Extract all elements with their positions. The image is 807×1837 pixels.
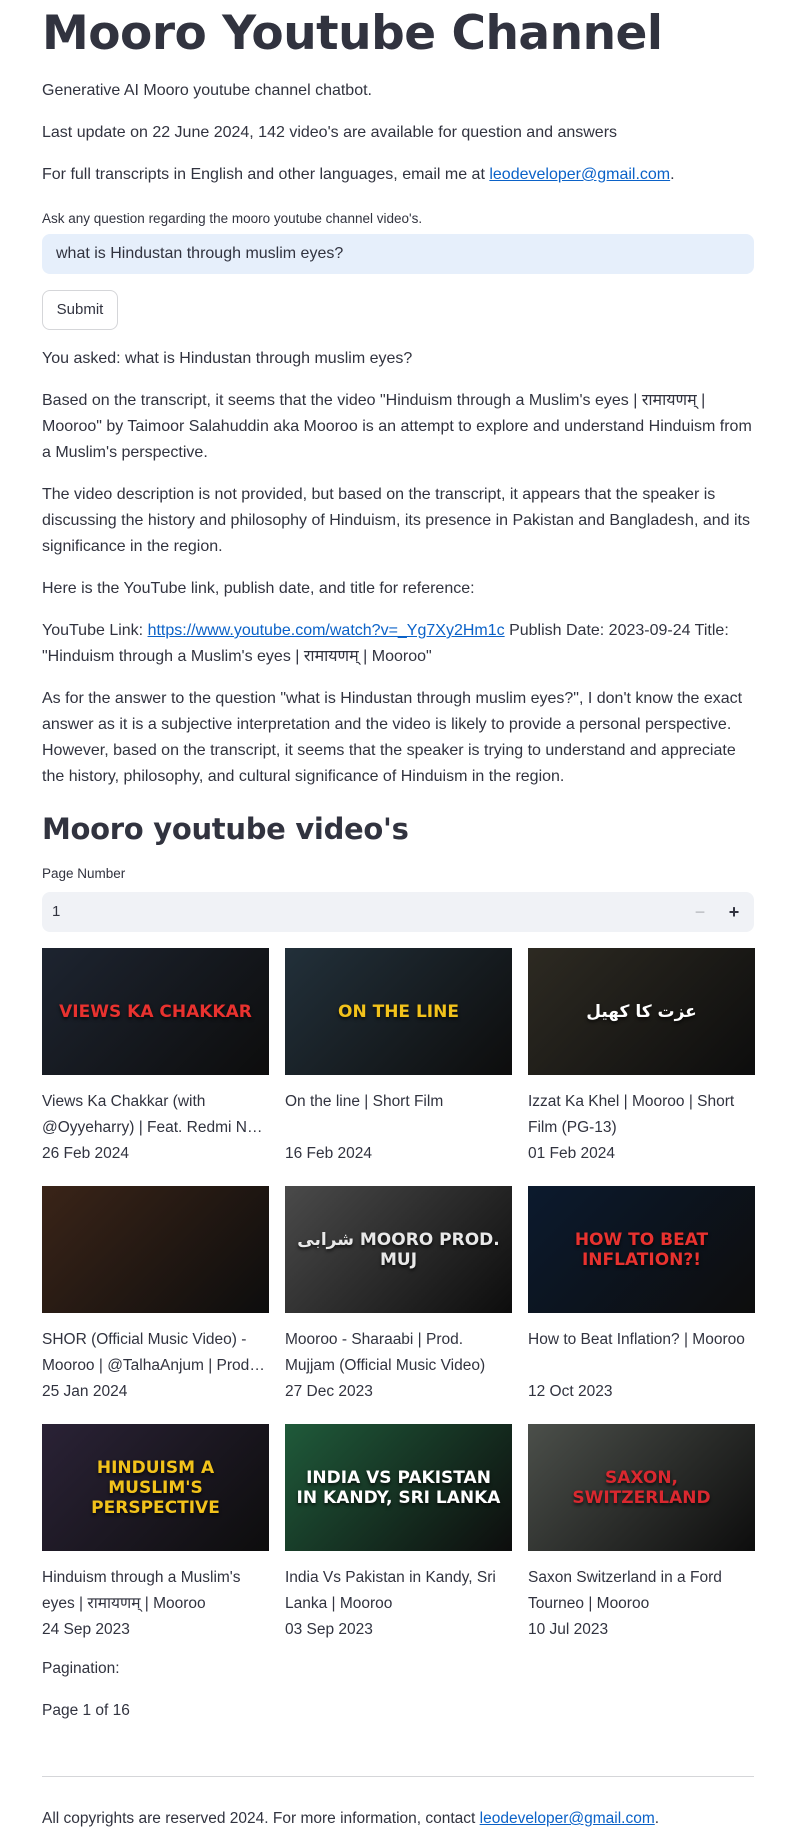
page-number-input[interactable]: 1 − + — [42, 892, 754, 932]
video-date: 03 Sep 2023 — [285, 1621, 373, 1638]
page-info: Page 1 of 16 — [42, 1702, 130, 1719]
footer-suffix: . — [654, 1810, 660, 1827]
video-card[interactable]: VIEWS KA CHAKKAR Views Ka Chakkar (with @… — [42, 948, 269, 1167]
video-card[interactable]: شرابی MOORO PROD. MUJ Mooroo - Sharaabi |… — [285, 1186, 512, 1405]
answer-paragraph-5: As for the answer to the question "what … — [42, 690, 743, 785]
video-title[interactable]: Views Ka Chakkar (with @Oyyeharry) | Fea… — [42, 1089, 269, 1141]
youtube-link[interactable]: https://www.youtube.com/watch?v=_Yg7Xy2H… — [148, 622, 505, 639]
link-prefix: YouTube Link: — [42, 622, 148, 639]
video-thumbnail[interactable] — [42, 1186, 269, 1313]
asked-text: You asked: what is Hindustan through mus… — [42, 350, 413, 367]
answer-link-paragraph: YouTube Link: https://www.youtube.com/wa… — [42, 618, 754, 670]
video-thumbnail[interactable]: HOW TO BEAT INFLATION?! — [528, 1186, 755, 1313]
app-page: Mooro Youtube Channel Generative AI Moor… — [0, 0, 807, 1837]
footer-prefix: All copyrights are reserved 2024. For mo… — [42, 1810, 480, 1827]
video-title[interactable]: India Vs Pakistan in Kandy, Sri Lanka | … — [285, 1565, 512, 1617]
question-input[interactable]: what is Hindustan through muslim eyes? — [42, 234, 754, 274]
video-title[interactable]: Izzat Ka Khel | Mooroo | Short Film (PG-… — [528, 1089, 755, 1141]
submit-button[interactable]: Submit — [42, 290, 118, 330]
page-number-value: 1 — [52, 903, 61, 920]
thumbnail-overlay-text: HINDUISM A MUSLIM'S PERSPECTIVE — [91, 1457, 220, 1518]
pagination-label: Pagination: — [42, 1660, 120, 1677]
transcripts-prefix: For full transcripts in English and othe… — [42, 166, 490, 183]
video-title[interactable]: Saxon Switzerland in a Ford Tourneo | Mo… — [528, 1565, 755, 1617]
video-title[interactable]: On the line | Short Film — [285, 1089, 512, 1141]
intro-text: Generative AI Mooro youtube channel chat… — [42, 82, 372, 99]
thumbnail-overlay-text: HOW TO BEAT INFLATION?! — [574, 1229, 709, 1270]
thumbnail-overlay-text: عزت کا کھیل — [586, 1001, 697, 1022]
video-card[interactable]: HINDUISM A MUSLIM'S PERSPECTIVE Hinduism … — [42, 1424, 269, 1643]
video-title[interactable]: Hinduism through a Muslim's eyes | रामाय… — [42, 1565, 269, 1617]
answer-paragraph-1: Based on the transcript, it seems that t… — [42, 392, 752, 461]
decrement-button[interactable]: − — [684, 892, 716, 932]
video-date: 12 Oct 2023 — [528, 1383, 613, 1400]
video-date: 25 Jan 2024 — [42, 1383, 128, 1400]
question-label: Ask any question regarding the mooro you… — [42, 211, 423, 226]
page-number-label: Page Number — [42, 866, 126, 881]
video-thumbnail[interactable]: SAXON, SWITZERLAND — [528, 1424, 755, 1551]
video-date: 01 Feb 2024 — [528, 1145, 616, 1162]
video-thumbnail[interactable]: VIEWS KA CHAKKAR — [42, 948, 269, 1075]
video-date: 26 Feb 2024 — [42, 1145, 130, 1162]
video-card[interactable]: ON THE LINE On the line | Short Film 16 Fe… — [285, 948, 512, 1167]
video-title[interactable]: How to Beat Inflation? | Mooroo — [528, 1327, 755, 1379]
video-date: 27 Dec 2023 — [285, 1383, 373, 1400]
video-thumbnail[interactable]: HINDUISM A MUSLIM'S PERSPECTIVE — [42, 1424, 269, 1551]
thumbnail-overlay-text: INDIA VS PAKISTAN IN KANDY, SRI LANKA — [296, 1467, 501, 1508]
video-thumbnail[interactable]: ON THE LINE — [285, 948, 512, 1075]
video-date: 24 Sep 2023 — [42, 1621, 130, 1638]
video-card[interactable]: HOW TO BEAT INFLATION?! How to Beat Infla… — [528, 1186, 755, 1405]
video-thumbnail[interactable]: شرابی MOORO PROD. MUJ — [285, 1186, 512, 1313]
thumbnail-overlay-text: ON THE LINE — [338, 1001, 459, 1022]
update-text: Last update on 22 June 2024, 142 video's… — [42, 124, 618, 141]
video-card[interactable]: INDIA VS PAKISTAN IN KANDY, SRI LANKA Ind… — [285, 1424, 512, 1643]
video-title[interactable]: Mooroo - Sharaabi | Prod. Mujjam (Offici… — [285, 1327, 512, 1379]
footer-divider — [42, 1776, 754, 1777]
page-title: Mooro Youtube Channel — [42, 6, 663, 61]
video-date: 16 Feb 2024 — [285, 1145, 373, 1162]
video-card[interactable]: SHOR (Official Music Video) - Mooroo | @… — [42, 1186, 269, 1405]
thumbnail-overlay-text: SAXON, SWITZERLAND — [572, 1467, 711, 1508]
footer-email-link[interactable]: leodeveloper@gmail.com — [480, 1810, 655, 1827]
video-card[interactable]: SAXON, SWITZERLAND Saxon Switzerland in a… — [528, 1424, 755, 1643]
video-title[interactable]: SHOR (Official Music Video) - Mooroo | @… — [42, 1327, 269, 1379]
transcripts-suffix: . — [670, 166, 675, 183]
video-card[interactable]: عزت کا کھیل Izzat Ka Khel | Mooroo | Shor… — [528, 948, 755, 1167]
increment-button[interactable]: + — [718, 892, 750, 932]
email-link[interactable]: leodeveloper@gmail.com — [489, 166, 670, 183]
thumbnail-overlay-text: شرابی MOORO PROD. MUJ — [297, 1229, 500, 1270]
answer-paragraph-2: The video description is not provided, b… — [42, 486, 750, 555]
thumbnail-overlay-text: VIEWS KA CHAKKAR — [59, 1001, 252, 1022]
footer-text: All copyrights are reserved 2024. For mo… — [42, 1810, 659, 1828]
video-thumbnail[interactable]: INDIA VS PAKISTAN IN KANDY, SRI LANKA — [285, 1424, 512, 1551]
answer-paragraph-3: Here is the YouTube link, publish date, … — [42, 580, 475, 597]
videos-heading: Mooro youtube video's — [42, 812, 409, 846]
transcripts-text: For full transcripts in English and othe… — [42, 162, 754, 188]
video-thumbnail[interactable]: عزت کا کھیل — [528, 948, 755, 1075]
video-date: 10 Jul 2023 — [528, 1621, 609, 1638]
